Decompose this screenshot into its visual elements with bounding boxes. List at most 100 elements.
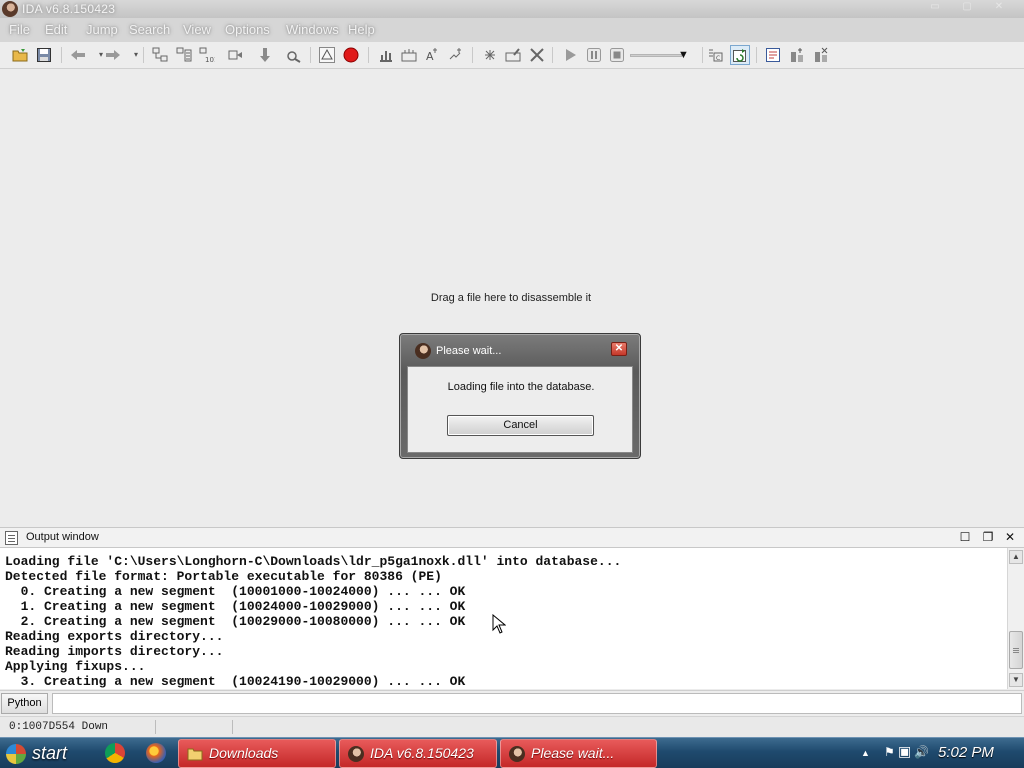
task-downloads[interactable]: Downloads <box>178 739 336 768</box>
ida-app-icon <box>2 1 18 17</box>
menu-edit[interactable]: Edit <box>45 22 67 37</box>
tray-expand-icon[interactable]: ▲ <box>861 748 870 758</box>
windows-taskbar: start Downloads IDA v6.8.150423 Please w… <box>0 737 1024 768</box>
scroll-down-icon[interactable]: ▼ <box>1009 673 1023 687</box>
task-ida[interactable]: IDA v6.8.150423 <box>339 739 497 768</box>
menu-file[interactable]: File <box>9 22 30 37</box>
task-label: IDA v6.8.150423 <box>370 745 474 761</box>
play-icon[interactable] <box>562 46 580 64</box>
text-view-icon[interactable] <box>175 46 193 64</box>
down-arrow-icon[interactable] <box>256 46 274 64</box>
scrollbar-thumb[interactable] <box>1009 631 1023 669</box>
system-tray: ▲ ⚑ ▣ 🔊 5:02 PM <box>858 738 1024 768</box>
clock[interactable]: 5:02 PM <box>938 744 994 761</box>
delete-segment-icon[interactable] <box>812 46 830 64</box>
status-direction: Down <box>81 721 109 733</box>
toolbar-separator <box>552 47 553 63</box>
log-line: 3. Creating a new segment (10024190-1002… <box>5 674 466 689</box>
close-button[interactable]: ✕ <box>988 0 1010 14</box>
save-icon[interactable] <box>35 46 53 64</box>
chrome-icon[interactable] <box>105 743 125 763</box>
menu-windows[interactable]: Windows <box>286 22 339 37</box>
warning-icon[interactable] <box>318 46 336 64</box>
log-line: Reading imports directory... <box>5 644 224 659</box>
code-icon[interactable] <box>377 46 395 64</box>
dialog-close-button[interactable]: ✕ <box>611 342 627 356</box>
add-segment-icon[interactable] <box>788 46 806 64</box>
svg-text:A: A <box>426 50 434 63</box>
maximize-button[interactable]: ▢ <box>956 0 978 14</box>
output-window-header: Output window ☐ ❐ ✕ <box>0 527 1024 548</box>
start-label: start <box>32 743 68 763</box>
attach-process-icon[interactable]: C <box>706 46 724 64</box>
python-command-input[interactable] <box>52 693 1022 714</box>
minimize-button[interactable]: ▭ <box>924 0 946 14</box>
start-button[interactable]: start <box>2 740 84 767</box>
scroll-up-icon[interactable]: ▲ <box>1009 550 1023 564</box>
chevron-down-icon[interactable]: ▼ <box>678 49 689 61</box>
drop-hint: Drag a file here to disassemble it <box>0 292 1024 304</box>
ida-app-icon <box>415 343 431 359</box>
back-arrow-icon[interactable] <box>69 46 87 64</box>
python-bar: Python <box>0 690 1024 716</box>
log-line: Applying fixups... <box>5 659 146 674</box>
log-line: Reading exports directory... <box>5 629 224 644</box>
status-separator <box>155 720 156 734</box>
menu-search[interactable]: Search <box>129 22 170 37</box>
please-wait-dialog: Please wait... ✕ Loading file into the d… <box>399 333 641 459</box>
window-title: IDA v6.8.150423 <box>22 2 116 16</box>
pause-icon[interactable] <box>585 46 603 64</box>
open-folder-icon[interactable] <box>11 46 29 64</box>
svg-text:C: C <box>716 55 720 62</box>
toolbar-separator <box>702 47 703 63</box>
string-icon[interactable]: A <box>423 46 441 64</box>
toolbar-separator <box>310 47 311 63</box>
forward-arrow-icon[interactable] <box>104 46 122 64</box>
task-label: Downloads <box>209 745 279 761</box>
ida-app-icon <box>509 746 525 762</box>
toolbar-separator <box>472 47 473 63</box>
python-button[interactable]: Python <box>1 693 48 714</box>
log-line: Detected file format: Portable executabl… <box>5 569 442 584</box>
ida-app-icon <box>348 746 364 762</box>
breakpoint-record-icon[interactable] <box>342 46 360 64</box>
delete-icon[interactable] <box>528 46 546 64</box>
title-bar: IDA v6.8.150423 ▭ ▢ ✕ <box>0 0 1024 18</box>
status-separator <box>232 720 233 734</box>
log-line: Loading file 'C:\Users\Longhorn-C\Downlo… <box>5 554 622 569</box>
edit-function-icon[interactable] <box>504 46 522 64</box>
volume-icon[interactable]: 🔊 <box>914 745 929 759</box>
output-scrollbar[interactable]: ▲ ▼ <box>1007 548 1024 689</box>
log-line: 2. Creating a new segment (10029000-1008… <box>5 614 466 629</box>
network-icon[interactable]: ▣ <box>898 743 911 760</box>
debugger-selector[interactable]: ▼ <box>630 49 698 62</box>
function-icon[interactable] <box>481 46 499 64</box>
hex-view-icon[interactable]: 101 <box>198 46 216 64</box>
mouse-cursor-icon <box>492 614 506 634</box>
menu-view[interactable]: View <box>183 22 211 37</box>
firefox-icon[interactable] <box>146 743 166 763</box>
segments-icon[interactable] <box>764 46 782 64</box>
menu-jump[interactable]: Jump <box>86 22 118 37</box>
status-bar: 0:1007D554 Down <box>0 716 1024 737</box>
output-close-button[interactable]: ✕ <box>1002 529 1018 545</box>
cancel-button[interactable]: Cancel <box>447 415 594 436</box>
status-address: 0:1007D554 Down <box>9 721 108 733</box>
stop-icon[interactable] <box>608 46 626 64</box>
array-icon[interactable] <box>447 46 465 64</box>
log-line: 0. Creating a new segment (10001000-1002… <box>5 584 466 599</box>
search-icon[interactable] <box>285 46 303 64</box>
menu-help[interactable]: Help <box>348 22 375 37</box>
structures-icon[interactable] <box>226 46 244 64</box>
refresh-icon[interactable] <box>730 45 750 65</box>
task-please-wait[interactable]: Please wait... <box>500 739 657 768</box>
graph-view-icon[interactable] <box>151 46 169 64</box>
toolbar-separator <box>368 47 369 63</box>
task-label: Please wait... <box>531 745 615 761</box>
output-maximize-button[interactable]: ☐ <box>957 529 973 545</box>
windows-logo-icon <box>6 744 26 764</box>
output-restore-button[interactable]: ❐ <box>980 529 996 545</box>
data-icon[interactable] <box>400 46 418 64</box>
menu-options[interactable]: Options <box>225 22 270 37</box>
action-center-icon[interactable]: ⚑ <box>884 745 895 759</box>
